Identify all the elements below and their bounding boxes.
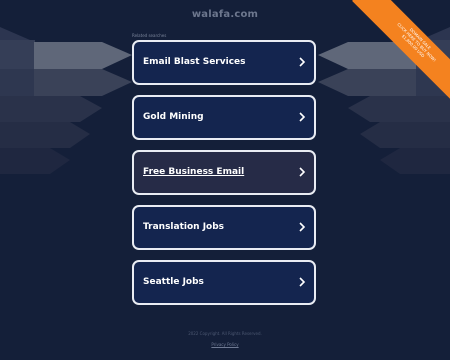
related-link-label: Email Blast Services — [143, 57, 246, 67]
parked-domain-page: walafa.com Related searches Email Blast … — [0, 0, 450, 360]
related-link-label: Gold Mining — [143, 112, 204, 122]
related-link-free-business-email[interactable]: Free Business Email — [132, 150, 316, 195]
related-searches-label: Related searches — [132, 33, 167, 38]
ribbon-line-buy: CLICK HERE TO BUY NOW! — [396, 21, 438, 63]
chevron-right-icon — [299, 222, 306, 232]
chevron-right-icon — [299, 277, 306, 287]
related-link-email-blast-services[interactable]: Email Blast Services — [132, 40, 316, 85]
privacy-policy-link[interactable]: Privacy Policy — [0, 342, 450, 347]
related-link-seattle-jobs[interactable]: Seattle Jobs — [132, 260, 316, 305]
chevron-right-icon — [299, 57, 306, 67]
related-link-label: Free Business Email — [143, 167, 245, 177]
related-link-translation-jobs[interactable]: Translation Jobs — [132, 205, 316, 250]
related-link-gold-mining[interactable]: Gold Mining — [132, 95, 316, 140]
related-link-label: Seattle Jobs — [143, 277, 204, 287]
chevron-right-icon — [299, 112, 306, 122]
domain-sale-ribbon: DOMAIN SALE CLICK HERE TO BUY NOW! $1,80… — [330, 0, 450, 120]
domain-sale-ribbon-band[interactable]: DOMAIN SALE CLICK HERE TO BUY NOW! $1,80… — [352, 0, 450, 107]
copyright-text: 2022 Copyright. All Rights Reserved. — [188, 331, 262, 336]
chevron-right-icon — [299, 167, 306, 177]
related-link-label: Translation Jobs — [143, 222, 225, 232]
